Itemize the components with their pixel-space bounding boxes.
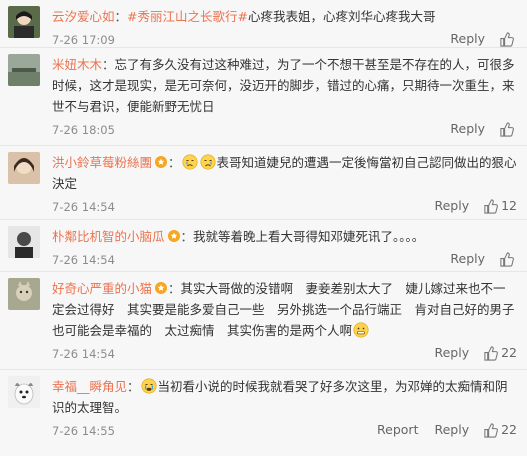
comment-item: 好奇心严重的小猫 ：其实大哥做的没错啊 妻妾差别太大了 婕儿嫁过来也不一定会过得好… <box>0 272 527 370</box>
comment-username[interactable]: 洪小鈴草莓粉絲團 <box>52 155 152 170</box>
comment-actions: Reply <box>434 119 517 139</box>
comment-actions: Reply <box>434 249 517 269</box>
reply-button[interactable]: Reply <box>450 29 485 49</box>
like-count: 12 <box>501 198 517 213</box>
comment-text: 心疼我表姐，心疼刘华心疼我大哥 <box>247 9 436 24</box>
like-button[interactable]: 12 <box>483 196 517 216</box>
comment-username[interactable]: 朴鄰比机智的小脑瓜 <box>52 229 165 244</box>
like-button[interactable] <box>499 121 517 137</box>
comment-meta: 7-26 14:55 Report Reply 22 <box>52 420 517 440</box>
comment-time: 7-26 14:54 <box>52 347 115 361</box>
comment-meta: 7-26 14:54 Reply 22 <box>52 343 517 363</box>
comment-meta: 7-26 18:05 Reply <box>52 119 517 139</box>
thumbs-up-icon <box>500 251 514 267</box>
colon: ： <box>114 9 128 24</box>
comment-meta: 7-26 17:09 Reply <box>52 29 517 49</box>
thumbs-up-icon <box>500 31 514 47</box>
avatar[interactable] <box>8 6 40 38</box>
thumbs-up-icon <box>500 121 514 137</box>
comment-list: 云汐爱心如：#秀丽江山之长歌行#心疼我表姐，心疼刘华心疼我大哥 7-26 17:… <box>0 0 527 456</box>
comment-meta: 7-26 14:54 Reply 12 <box>52 196 517 216</box>
comment-meta: 7-26 14:54 Reply <box>52 249 517 269</box>
avatar[interactable] <box>8 376 40 408</box>
comment-text-line: 幸福__瞬角见： 当初看小说的时候我就看哭了好多次这里，为邓婵的太痴情和阴识的太理… <box>52 376 517 418</box>
comment-item: 洪小鈴草莓粉絲團：表哥知道婕兒的遭遇一定後悔當初自己認同做出的狠心決定 7-26… <box>0 146 527 220</box>
comment-actions: Report Reply 22 <box>361 420 517 440</box>
avatar[interactable] <box>8 278 40 310</box>
colon: ： <box>180 229 194 244</box>
comment-time: 7-26 14:55 <box>52 424 115 438</box>
comment-time: 7-26 14:54 <box>52 200 115 214</box>
comment-username[interactable]: 好奇心严重的小猫 <box>52 281 152 296</box>
crying-face-emoji <box>141 378 157 394</box>
reply-button[interactable]: Reply <box>434 196 469 216</box>
comment-text-line: 朴鄰比机智的小脑瓜 ：我就等着晚上看大哥得知邓婕死讯了。。。。 <box>52 226 517 247</box>
comment-item: 云汐爱心如：#秀丽江山之长歌行#心疼我表姐，心疼刘华心疼我大哥 7-26 17:… <box>0 0 527 48</box>
reply-button[interactable]: Reply <box>434 420 469 440</box>
fan-badge-icon <box>155 282 168 294</box>
avatar[interactable] <box>8 54 40 86</box>
comment-text-line: 好奇心严重的小猫 ：其实大哥做的没错啊 妻妾差别太大了 婕儿嫁过来也不一定会过得好… <box>52 278 527 341</box>
comment-item: 幸福__瞬角见： 当初看小说的时候我就看哭了好多次这里，为邓婵的太痴情和阴识的太理… <box>0 370 527 456</box>
comment-username[interactable]: 幸福__瞬角见 <box>52 379 127 394</box>
comment-actions: Reply 12 <box>418 196 517 216</box>
colon: ： <box>168 281 181 296</box>
comment-actions: Reply <box>434 29 517 49</box>
comment-item: 米妞木木：忘了有多久没有过这种难过，为了一个不想干甚至是不存在的人，可很多时候，… <box>0 48 527 146</box>
comment-text: 我就等着晚上看大哥得知邓婕死讯了。。。。 <box>193 229 425 244</box>
like-button[interactable]: 22 <box>483 420 517 440</box>
comment-actions: Reply 22 <box>418 343 517 363</box>
thumbs-up-icon <box>484 345 498 361</box>
comment-text: 忘了有多久没有过这种难过，为了一个不想干甚至是不存在的人，可很多时候，这才是现实… <box>52 57 515 114</box>
colon: ： <box>168 155 181 170</box>
colon: ： <box>127 379 140 394</box>
reply-button[interactable]: Reply <box>450 119 485 139</box>
avatar[interactable] <box>8 152 40 184</box>
thumbs-up-icon <box>484 198 498 214</box>
like-button[interactable] <box>499 31 517 47</box>
avatar[interactable] <box>8 226 40 258</box>
topic-link[interactable]: #秀丽江山之长歌行# <box>127 9 248 24</box>
comment-time: 7-26 17:09 <box>52 33 115 47</box>
reply-button[interactable]: Reply <box>450 249 485 269</box>
fan-badge-icon <box>155 156 168 168</box>
like-button[interactable]: 22 <box>483 343 517 363</box>
colon: ： <box>102 57 115 72</box>
grimace-face-emoji <box>353 322 369 338</box>
like-count: 22 <box>501 345 517 360</box>
like-count: 22 <box>501 422 517 437</box>
comment-username[interactable]: 云汐爱心如 <box>52 9 115 24</box>
comment-username[interactable]: 米妞木木 <box>52 57 102 72</box>
report-button[interactable]: Report <box>377 420 418 440</box>
like-button[interactable] <box>499 251 517 267</box>
comment-time: 7-26 14:54 <box>52 253 115 267</box>
reply-button[interactable]: Reply <box>434 343 469 363</box>
comment-time: 7-26 18:05 <box>52 123 115 137</box>
comment-item: 朴鄰比机智的小脑瓜 ：我就等着晚上看大哥得知邓婕死讯了。。。。 7-26 14:5… <box>0 220 527 272</box>
crying-face-emoji <box>200 154 216 170</box>
crying-face-emoji <box>182 154 198 170</box>
thumbs-up-icon <box>484 422 498 438</box>
comment-text-line: 洪小鈴草莓粉絲團：表哥知道婕兒的遭遇一定後悔當初自己認同做出的狠心決定 <box>52 152 517 194</box>
fan-badge-icon <box>167 230 180 242</box>
comment-text-line: 米妞木木：忘了有多久没有过这种难过，为了一个不想干甚至是不存在的人，可很多时候，… <box>52 54 517 117</box>
comment-text-line: 云汐爱心如：#秀丽江山之长歌行#心疼我表姐，心疼刘华心疼我大哥 <box>52 6 517 27</box>
